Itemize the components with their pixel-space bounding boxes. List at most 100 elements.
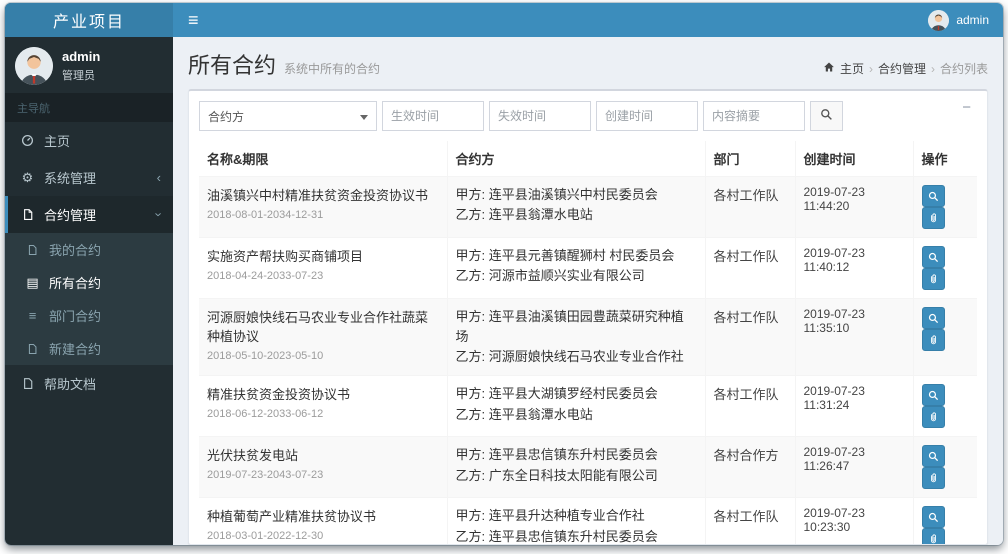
sidebar-item-help[interactable]: 帮助文档	[5, 365, 173, 402]
department: 各村工作队	[705, 497, 796, 544]
navbar-avatar	[928, 9, 950, 31]
contracts-table: 名称&期限 合约方 部门 创建时间 操作 油溪镇兴中村精准扶贫资金投资协议书 2…	[199, 141, 977, 544]
created-date-input[interactable]	[596, 101, 698, 131]
view-button[interactable]	[921, 384, 945, 407]
app-logo[interactable]: 产业项目	[5, 3, 173, 37]
magnifier-icon	[928, 252, 939, 263]
created-time: 2019-07-23 10:23:30	[795, 497, 914, 544]
user-avatar	[15, 47, 53, 85]
attachment-button[interactable]	[921, 528, 945, 544]
sidebar-item-label: 我的合约	[49, 243, 102, 258]
contract-name[interactable]: 光伏扶贫发电站	[207, 445, 439, 464]
page-subtitle: 系统中所有的合约	[284, 62, 381, 76]
app-window: 产业项目 admin 管理员 主导航 主页 ⚙ 系统管理 ‹ 合约管理 › 我的…	[5, 3, 1003, 545]
paperclip-icon	[928, 533, 939, 544]
paperclip-icon	[928, 472, 939, 484]
sidebar-item-contracts[interactable]: 合约管理 ›	[5, 196, 173, 233]
table-row: 光伏扶贫发电站 2019-07-23-2043-07-23 甲方: 连平县忠信镇…	[199, 436, 977, 499]
breadcrumb-separator: ›	[868, 61, 873, 76]
contracts-box: 合约方 −	[188, 89, 988, 545]
table-row: 种植葡萄产业精准扶贫协议书 2018-03-01-2022-12-30 甲方: …	[199, 497, 977, 544]
department: 各村合作方	[705, 436, 796, 499]
contracts-table-wrap: 名称&期限 合约方 部门 创建时间 操作 油溪镇兴中村精准扶贫资金投资协议书 2…	[189, 141, 987, 544]
contract-name[interactable]: 种植葡萄产业精准扶贫协议书	[207, 506, 439, 525]
magnifier-icon	[928, 313, 939, 324]
search-button[interactable]	[810, 101, 843, 131]
attachment-button[interactable]	[921, 406, 945, 429]
table-row: 精准扶贫资金投资协议书 2018-06-12-2033-06-12 甲方: 连平…	[199, 375, 977, 438]
party-b: 乙方: 广东全日科技太阳能有限公司	[455, 467, 658, 483]
content-area: 所有合约 系统中所有的合约 主页 › 合约管理 › 合约列表 合约方 生效时间 …	[173, 37, 1003, 545]
page-title: 所有合约	[188, 53, 277, 78]
view-button[interactable]	[921, 506, 945, 529]
contract-period: 2018-05-10-2023-05-10	[207, 350, 324, 362]
sidebar-item-all-contracts[interactable]: ▤ 所有合约	[5, 266, 173, 299]
view-button[interactable]	[921, 185, 945, 207]
created-time: 2019-07-23 11:35:10	[795, 298, 914, 377]
file-icon	[20, 377, 35, 390]
party-b: 乙方: 河源市益顺兴实业有限公司	[455, 268, 645, 284]
breadcrumb: 主页 › 合约管理 › 合约列表	[823, 60, 988, 77]
expire-date-input[interactable]	[489, 101, 591, 131]
view-button[interactable]	[921, 246, 945, 268]
party-b: 乙方: 河源厨娘快线石马农业专业合作社	[455, 349, 684, 365]
contract-period: 2018-03-01-2022-12-30	[207, 530, 324, 543]
user-info: admin 管理员	[62, 49, 100, 83]
magnifier-icon	[928, 191, 939, 202]
attachment-button[interactable]	[921, 467, 945, 490]
dashboard-icon	[20, 134, 35, 147]
sidebar-item-system[interactable]: ⚙ 系统管理 ‹	[5, 159, 173, 196]
party-b: 乙方: 连平县忠信镇东升村民委员会	[455, 528, 658, 544]
collapse-box-button[interactable]: −	[956, 95, 977, 120]
sidebar-item-home[interactable]: 主页	[5, 122, 173, 159]
sidebar-item-label: 合约管理	[44, 208, 97, 223]
file-icon	[25, 343, 40, 355]
search-icon	[820, 108, 833, 124]
header-actions: 操作	[913, 141, 977, 177]
sidebar-item-my-contracts[interactable]: 我的合约	[5, 233, 173, 266]
contract-name[interactable]: 实施资产帮扶购买商铺项目	[207, 246, 439, 265]
party-a: 甲方: 连平县油溪镇田园豊蔬菜研究种植场	[455, 309, 684, 345]
paperclip-icon	[928, 212, 939, 224]
sidebar-item-label: 新建合约	[49, 342, 102, 357]
breadcrumb-home[interactable]: 主页	[840, 60, 864, 77]
breadcrumb-contracts[interactable]: 合约管理	[878, 60, 926, 77]
navbar-user-menu[interactable]: admin	[914, 3, 1003, 37]
hamburger-icon[interactable]: ≡	[173, 3, 214, 37]
created-time: 2019-07-23 11:31:24	[795, 375, 914, 438]
view-button[interactable]	[921, 307, 945, 329]
filter-field-select[interactable]: 合约方	[199, 101, 377, 131]
attachment-button[interactable]	[921, 329, 945, 351]
contract-name[interactable]: 精准扶贫资金投资协议书	[207, 384, 439, 403]
header-created: 创建时间	[795, 141, 914, 177]
sidebar-item-dept-contracts[interactable]: ≡ 部门合约	[5, 299, 173, 332]
header-parties: 合约方	[447, 141, 706, 177]
sidebar-item-new-contract[interactable]: 新建合约	[5, 332, 173, 365]
view-button[interactable]	[921, 445, 945, 468]
contract-name[interactable]: 油溪镇兴中村精准扶贫资金投资协议书	[207, 185, 439, 204]
attachment-button[interactable]	[921, 268, 945, 290]
file-icon	[20, 208, 35, 221]
table-icon: ▤	[26, 275, 39, 290]
party-b: 乙方: 连平县翁潭水电站	[455, 406, 593, 422]
effective-date-input[interactable]	[382, 101, 484, 131]
breadcrumb-separator: ›	[930, 61, 935, 76]
contract-period: 2018-06-12-2033-06-12	[207, 408, 324, 421]
department: 各村工作队	[705, 176, 796, 238]
table-row: 河源厨娘快线石马农业专业合作社蔬菜种植协议 2018-05-10-2023-05…	[199, 298, 977, 377]
user-role: 管理员	[62, 70, 95, 82]
contract-name[interactable]: 河源厨娘快线石马农业专业合作社蔬菜种植协议	[207, 307, 439, 345]
top-navbar: ≡ admin	[173, 3, 1003, 37]
sidebar-section-label: 主导航	[5, 93, 173, 122]
sidebar-item-label: 所有合约	[49, 276, 102, 291]
list-icon: ≡	[28, 308, 37, 323]
table-row: 实施资产帮扶购买商铺项目 2018-04-24-2033-07-23 甲方: 连…	[199, 237, 977, 299]
user-name: admin	[62, 49, 101, 64]
contracts-submenu: 我的合约 ▤ 所有合约 ≡ 部门合约 新建合约	[5, 233, 173, 365]
header-name-period: 名称&期限	[199, 141, 448, 177]
attachment-button[interactable]	[921, 207, 945, 229]
caret-down-icon	[360, 115, 368, 120]
header-department: 部门	[705, 141, 796, 177]
summary-input[interactable]	[703, 101, 805, 131]
main-area: ≡ admin 所有合约 系统中所有的合约 主页 › 合约管理 › 合约列表 合…	[173, 3, 1003, 545]
